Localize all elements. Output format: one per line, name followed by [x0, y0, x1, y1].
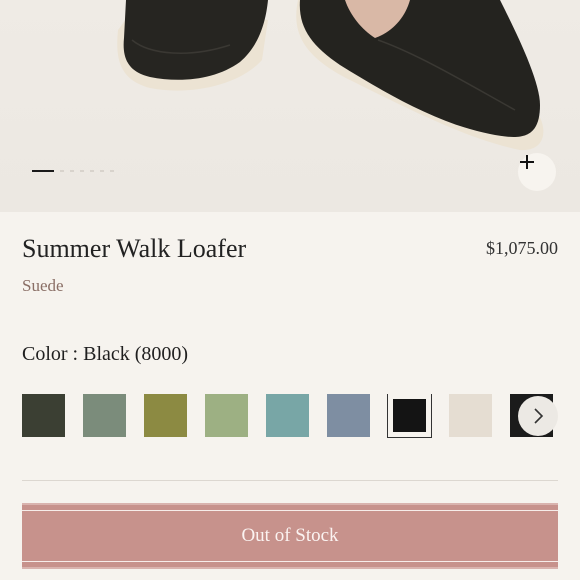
- color-swatch-teal[interactable]: [266, 394, 309, 437]
- product-price: $1,075.00: [486, 238, 558, 258]
- carousel-dot[interactable]: [110, 170, 114, 172]
- carousel-dot[interactable]: [60, 170, 64, 172]
- color-swatch-list: [22, 394, 558, 438]
- divider: [22, 480, 558, 481]
- product-material: Suede: [22, 276, 64, 295]
- color-swatch-cream[interactable]: [449, 394, 492, 437]
- carousel-dot[interactable]: [100, 170, 104, 172]
- out-of-stock-label: Out of Stock: [241, 525, 339, 546]
- chevron-right-icon: [534, 408, 544, 424]
- color-swatch-black[interactable]: [387, 394, 432, 438]
- out-of-stock-button[interactable]: Out of Stock: [22, 503, 558, 569]
- product-title: Summer Walk Loafer: [22, 234, 247, 263]
- plus-icon: [520, 155, 534, 169]
- color-swatch-olive[interactable]: [144, 394, 187, 437]
- zoom-button[interactable]: [518, 153, 556, 191]
- color-swatch-light-green[interactable]: [205, 394, 248, 437]
- swatch-fill: [393, 399, 426, 432]
- swatch-next-button[interactable]: [518, 396, 558, 436]
- selected-color-label: Color : Black (8000): [22, 343, 189, 365]
- carousel-pagination[interactable]: [32, 170, 114, 172]
- color-swatch-dark-olive[interactable]: [22, 394, 65, 437]
- carousel-dot-active[interactable]: [32, 170, 54, 172]
- product-image[interactable]: [0, 0, 580, 212]
- carousel-dot[interactable]: [90, 170, 94, 172]
- color-swatch-sage[interactable]: [83, 394, 126, 437]
- loafer-illustration: [117, 0, 544, 151]
- color-swatch-slate-blue[interactable]: [327, 394, 370, 437]
- carousel-dot[interactable]: [70, 170, 74, 172]
- carousel-dot[interactable]: [80, 170, 84, 172]
